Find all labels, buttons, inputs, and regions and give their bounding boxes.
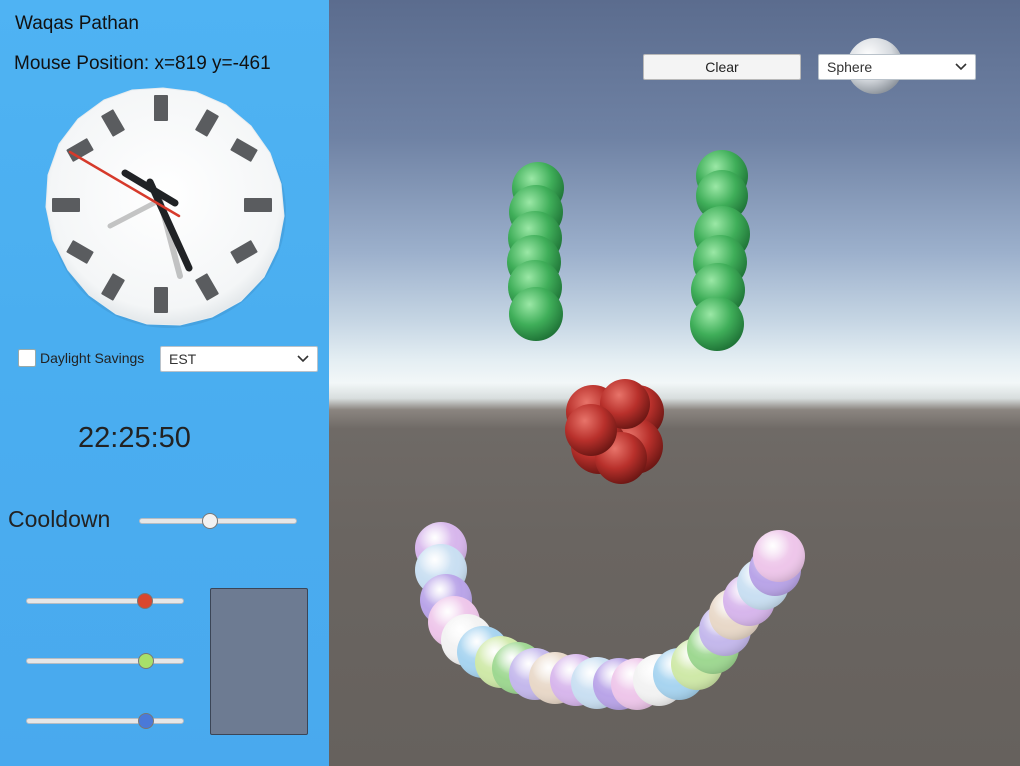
red-slider-handle[interactable]	[136, 593, 153, 609]
control-panel: Waqas Pathan Mouse Position: x=819 y=-46…	[0, 0, 329, 766]
game-viewport[interactable]	[329, 0, 1020, 766]
smile-sphere-shading	[753, 530, 805, 582]
scene[interactable]	[329, 0, 1020, 766]
daylight-savings-label: Daylight Savings	[40, 350, 145, 366]
blue-slider-track[interactable]	[26, 718, 184, 724]
green-slider-handle[interactable]	[138, 653, 155, 669]
red-slider-track[interactable]	[26, 598, 184, 604]
left-eye-spheres[interactable]	[507, 162, 564, 341]
color-preview-swatch	[210, 588, 308, 735]
clear-button[interactable]: Clear	[643, 54, 801, 80]
cooldown-slider-handle[interactable]	[202, 513, 219, 529]
daylight-savings-checkbox[interactable]	[18, 349, 36, 367]
cooldown-label: Cooldown	[8, 506, 111, 532]
timezone-dropdown[interactable]: EST	[160, 346, 318, 372]
app-root: Waqas Pathan Mouse Position: x=819 y=-46…	[0, 0, 1020, 766]
blue-slider-handle[interactable]	[138, 713, 155, 729]
chevron-down-icon	[297, 347, 309, 378]
analog-clock	[45, 87, 286, 328]
digital-time: 22:25:50	[78, 422, 191, 454]
green-slider-track[interactable]	[26, 658, 184, 664]
chevron-down-icon	[955, 55, 967, 86]
nose-spheres[interactable]	[565, 379, 664, 484]
right-eye-spheres[interactable]	[690, 150, 750, 351]
author-name: Waqas Pathan	[15, 13, 139, 34]
shape-selected: Sphere	[827, 59, 873, 75]
mouse-position-readout: Mouse Position: x=819 y=-461	[14, 53, 271, 74]
smile-spheres[interactable]	[415, 522, 805, 710]
shape-dropdown[interactable]: Sphere	[818, 54, 976, 80]
timezone-selected: EST	[169, 351, 197, 367]
